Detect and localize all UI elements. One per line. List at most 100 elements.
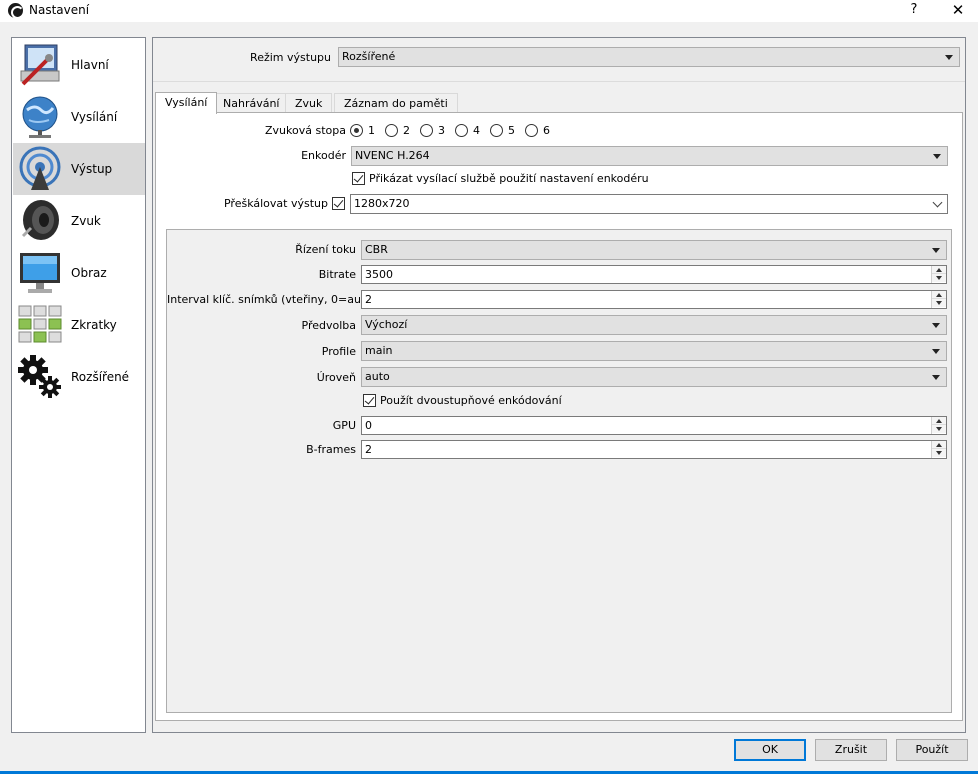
bitrate-spinbox[interactable]: 3500	[361, 265, 947, 284]
sidebar-item-label: Zvuk	[71, 214, 101, 228]
spin-down-icon[interactable]	[932, 449, 946, 457]
keyframe-interval-value: 2	[365, 293, 372, 306]
keyframe-interval-label: Interval klíč. snímků (vteřiny, 0=auto)	[167, 293, 377, 306]
level-value: auto	[365, 370, 390, 383]
tab-recording[interactable]: Nahrávání	[213, 93, 290, 113]
spin-up-icon[interactable]	[932, 266, 946, 274]
audio-track-option-label: 6	[543, 124, 550, 137]
gpu-label: GPU	[332, 419, 356, 432]
sidebar-item-label: Výstup	[71, 162, 113, 176]
dropdown-arrow-icon	[932, 375, 940, 380]
preset-label: Předvolba	[301, 319, 357, 332]
output-mode-select[interactable]: Rozšířené	[338, 47, 960, 67]
rescale-resolution-value: 1280x720	[354, 197, 410, 210]
output-mode-label: Režim výstupu	[250, 51, 331, 64]
bframes-label: B-frames	[306, 443, 356, 456]
bframes-value: 2	[365, 443, 372, 456]
audio-track-option-label: 1	[368, 124, 375, 137]
gpu-spinbox[interactable]: 0	[361, 416, 947, 435]
profile-select[interactable]: main	[361, 341, 947, 361]
sidebar-item-output[interactable]: Výstup	[13, 143, 145, 195]
sidebar-item-advanced[interactable]: Rozšířené	[13, 351, 145, 403]
audio-track-option-label: 3	[438, 124, 445, 137]
profile-value: main	[365, 344, 393, 357]
audio-track-radio-1[interactable]	[350, 124, 363, 137]
enforce-encoder-checkbox[interactable]	[352, 172, 365, 185]
rate-control-label: Řízení toku	[295, 243, 356, 256]
rate-control-select[interactable]: CBR	[361, 240, 947, 260]
spinner-buttons	[931, 417, 946, 434]
gears-icon	[18, 355, 61, 398]
level-label: Úroveň	[316, 371, 356, 384]
tab-audio[interactable]: Zvuk	[285, 93, 333, 113]
spin-up-icon[interactable]	[932, 417, 946, 425]
preset-value: Výchozí	[365, 318, 408, 331]
spin-up-icon[interactable]	[932, 291, 946, 299]
audio-track-radio-6[interactable]	[525, 124, 538, 137]
rescale-checkbox[interactable]	[332, 197, 345, 210]
encoder-select[interactable]: NVENC H.264	[351, 146, 948, 166]
level-select[interactable]: auto	[361, 367, 947, 387]
output-mode-row: Režim výstupu Rozšířené	[153, 38, 965, 82]
audio-track-option-label: 5	[508, 124, 515, 137]
spin-down-icon[interactable]	[932, 299, 946, 307]
close-button[interactable]: ✕	[948, 1, 968, 19]
two-pass-checkbox[interactable]	[363, 394, 376, 407]
tab-replay-buffer[interactable]: Záznam do paměti	[334, 93, 458, 113]
spinner-buttons	[931, 441, 946, 458]
sidebar-item-general[interactable]: Hlavní	[13, 39, 145, 91]
obs-logo-icon	[8, 3, 24, 19]
globe-icon	[22, 96, 58, 138]
chevron-down-icon	[932, 197, 943, 208]
two-pass-label: Použít dvoustupňové enkódování	[380, 394, 562, 407]
bitrate-label: Bitrate	[318, 268, 356, 281]
sidebar-item-video[interactable]: Obraz	[13, 247, 145, 299]
window-title: Nastavení	[29, 3, 90, 17]
audio-track-radio-3[interactable]	[420, 124, 433, 137]
settings-main-panel: Režim výstupu Rozšířené Vysílání Nahrává…	[152, 37, 966, 733]
spin-up-icon[interactable]	[932, 441, 946, 449]
bframes-spinbox[interactable]: 2	[361, 440, 947, 459]
gpu-value: 0	[365, 419, 372, 432]
audio-track-label: Zvuková stopa	[265, 124, 346, 137]
spin-down-icon[interactable]	[932, 274, 946, 282]
spin-down-icon[interactable]	[932, 425, 946, 433]
rescale-label: Přeškálovat výstup	[223, 197, 328, 210]
profile-label: Profile	[321, 345, 356, 358]
keyboard-icon	[18, 305, 62, 343]
spinner-buttons	[931, 266, 946, 283]
audio-track-option-label: 2	[403, 124, 410, 137]
sidebar-item-audio[interactable]: Zvuk	[13, 195, 145, 247]
dropdown-arrow-icon	[945, 55, 953, 60]
output-mode-value: Rozšířené	[342, 50, 396, 63]
rescale-resolution-select[interactable]: 1280x720	[350, 194, 948, 214]
keyframe-interval-spinbox[interactable]: 2	[361, 290, 947, 309]
sidebar-item-label: Hlavní	[71, 58, 109, 72]
audio-track-radio-5[interactable]	[490, 124, 503, 137]
audio-track-radio-2[interactable]	[385, 124, 398, 137]
sidebar-item-label: Vysílání	[71, 110, 118, 124]
cancel-button[interactable]: Zrušit	[815, 739, 887, 761]
sidebar-item-stream[interactable]: Vysílání	[13, 91, 145, 143]
encoder-value: NVENC H.264	[355, 149, 430, 162]
spinner-buttons	[931, 291, 946, 308]
dropdown-arrow-icon	[932, 349, 940, 354]
dropdown-arrow-icon	[933, 154, 941, 159]
general-icon	[20, 44, 60, 86]
ok-button[interactable]: OK	[734, 739, 806, 761]
tab-stream[interactable]: Vysílání	[155, 92, 218, 114]
help-button[interactable]: ?	[905, 1, 923, 19]
encoder-settings-group: Řízení toku CBR Bitrate 3500 Interval kl…	[166, 229, 952, 713]
speaker-icon	[21, 200, 59, 240]
audio-track-option-label: 4	[473, 124, 480, 137]
apply-button[interactable]: Použít	[896, 739, 968, 761]
sidebar-item-label: Rozšířené	[71, 370, 130, 384]
encoder-label: Enkodér	[301, 149, 346, 162]
sidebar-item-label: Obraz	[71, 266, 107, 280]
audio-track-radio-4[interactable]	[455, 124, 468, 137]
bitrate-value: 3500	[365, 268, 393, 281]
sidebar-item-hotkeys[interactable]: Zkratky	[13, 299, 145, 351]
monitor-icon	[20, 253, 60, 293]
stream-tab-pane: Zvuková stopa 1 2 3 4 5 6 Enkodér NVENC …	[155, 112, 963, 721]
preset-select[interactable]: Výchozí	[361, 315, 947, 335]
